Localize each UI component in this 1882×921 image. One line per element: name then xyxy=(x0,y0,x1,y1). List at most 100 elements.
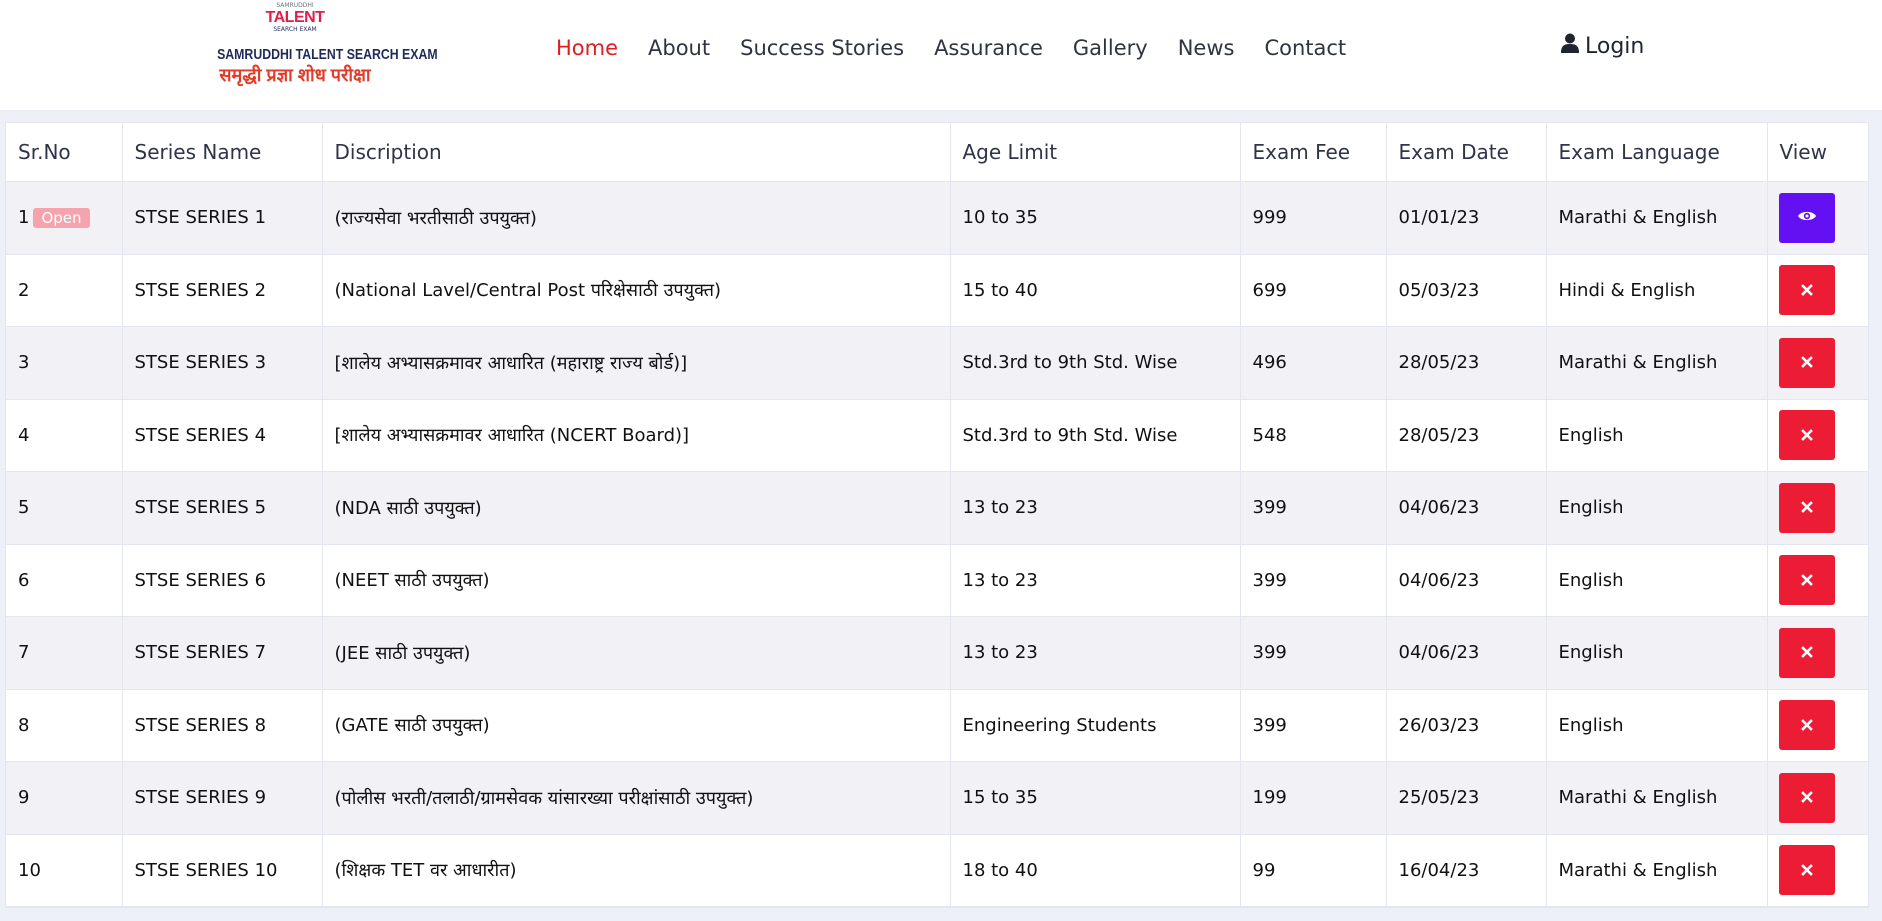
closed-button[interactable] xyxy=(1778,337,1835,388)
cell-exam-fee: 99 xyxy=(1240,834,1387,907)
cell-sr-no-text: 7 xyxy=(18,642,30,664)
cell-age-limit-text: Engineering Students xyxy=(962,714,1157,736)
cell-exam-date: 04/06/23 xyxy=(1386,616,1547,690)
nav-success-stories[interactable]: Success Stories xyxy=(740,36,904,60)
cell-exam-language-text: Marathi & English xyxy=(1558,787,1718,809)
cell-description-text: (National Lavel/Central Post परिक्षेसाठी… xyxy=(334,280,722,302)
cell-series-name-text: STSE SERIES 3 xyxy=(134,352,267,374)
header-series-name: Series Name xyxy=(122,123,323,182)
cell-exam-language: English xyxy=(1546,544,1768,617)
cell-exam-language: Marathi & English xyxy=(1546,326,1768,400)
cell-sr-no: 6 xyxy=(6,544,123,617)
cell-description-text: (NDA साठी उपयुक्त) xyxy=(334,497,482,519)
cell-description-text: (पोलीस भरती/तलाठी/ग्रामसेवक यांसारख्या प… xyxy=(334,787,754,809)
nav-news[interactable]: News xyxy=(1178,36,1235,60)
cell-exam-date: 26/03/23 xyxy=(1386,689,1547,762)
login-button[interactable]: Login xyxy=(1561,33,1644,59)
cell-exam-fee: 399 xyxy=(1240,544,1387,617)
cell-exam-language-text: Marathi & English xyxy=(1558,352,1718,374)
cell-exam-date-text: 16/04/23 xyxy=(1398,859,1480,881)
cell-sr-no-text: 9 xyxy=(18,787,30,809)
cell-exam-date: 25/05/23 xyxy=(1386,761,1547,835)
cell-exam-date-text: 28/05/23 xyxy=(1398,352,1480,374)
view-button[interactable] xyxy=(1778,192,1835,243)
closed-button[interactable] xyxy=(1778,410,1835,461)
cell-description: (शिक्षक TET वर आधारीत) xyxy=(322,834,951,907)
cell-exam-language-text: English xyxy=(1558,714,1624,736)
table-row: 6 STSE SERIES 6 (NEET साठी उपयुक्त) 13 to 2… xyxy=(6,544,1869,617)
cell-exam-fee-text: 399 xyxy=(1252,714,1287,736)
close-icon xyxy=(1800,425,1813,446)
cell-age-limit: 18 to 40 xyxy=(950,834,1241,907)
cell-description: (National Lavel/Central Post परिक्षेसाठी… xyxy=(322,254,951,327)
close-icon xyxy=(1800,570,1813,591)
closed-button[interactable] xyxy=(1778,845,1835,896)
login-label: Login xyxy=(1585,33,1645,59)
cell-exam-fee-text: 548 xyxy=(1252,424,1287,446)
cell-series-name-text: STSE SERIES 5 xyxy=(134,497,267,519)
close-icon xyxy=(1800,715,1813,736)
cell-description-text: [शालेय अभ्यासक्रमावर आधारित (NCERT Board… xyxy=(334,425,690,447)
cell-description: (NEET साठी उपयुक्त) xyxy=(322,544,951,617)
nav-gallery[interactable]: Gallery xyxy=(1073,36,1148,60)
cell-age-limit: Std.3rd to 9th Std. Wise xyxy=(950,326,1241,400)
cell-exam-fee: 399 xyxy=(1240,616,1387,690)
exam-series-table: Sr.No Series Name Discription Age Limit … xyxy=(5,122,1869,908)
cell-description: [शालेय अभ्यासक्रमावर आधारित (NCERT Board… xyxy=(322,399,951,472)
cell-series-name: STSE SERIES 6 xyxy=(122,544,323,617)
cell-view xyxy=(1767,689,1869,762)
cell-age-limit: 15 to 35 xyxy=(950,761,1241,835)
user-icon xyxy=(1561,33,1579,59)
cell-exam-language: Marathi & English xyxy=(1546,181,1768,255)
site-logo[interactable]: SAMRUDDHI TALENT SEARCH EXAM SAMRUDDHI T… xyxy=(200,0,437,95)
cell-age-limit: Engineering Students xyxy=(950,689,1241,762)
cell-exam-fee-text: 496 xyxy=(1252,352,1287,374)
cell-age-limit-text: 13 to 23 xyxy=(962,569,1038,591)
cell-sr-no-text: 4 xyxy=(18,424,30,446)
cell-description-text: (राज्यसेवा भरतीसाठी उपयुक्त) xyxy=(334,207,537,229)
cell-exam-date: 28/05/23 xyxy=(1386,399,1547,472)
cell-series-name: STSE SERIES 1 xyxy=(122,181,323,255)
nav-assurance[interactable]: Assurance xyxy=(934,36,1043,60)
eye-icon xyxy=(1797,207,1817,228)
cell-sr-no-text: 6 xyxy=(18,569,30,591)
cell-exam-language-text: English xyxy=(1558,642,1624,664)
header-exam-date: Exam Date xyxy=(1386,123,1547,182)
cell-description: (पोलीस भरती/तलाठी/ग्रामसेवक यांसारख्या प… xyxy=(322,761,951,835)
cell-sr-no-text: 3 xyxy=(18,352,30,374)
logo-search-text: SEARCH EXAM xyxy=(273,26,317,33)
closed-button[interactable] xyxy=(1778,482,1835,533)
cell-series-name-text: STSE SERIES 2 xyxy=(134,279,267,301)
table-row: 10 STSE SERIES 10 (शिक्षक TET वर आधारीत) 18… xyxy=(6,834,1869,907)
cell-description: (JEE साठी उपयुक्त) xyxy=(322,616,951,690)
header-sr-no: Sr.No xyxy=(6,123,123,182)
cell-sr-no: 3 xyxy=(6,326,123,400)
cell-age-limit-text: 13 to 23 xyxy=(962,497,1038,519)
closed-button[interactable] xyxy=(1778,772,1835,823)
cell-description: (राज्यसेवा भरतीसाठी उपयुक्त) xyxy=(322,181,951,255)
nav-home[interactable]: Home xyxy=(556,36,618,60)
cell-sr-no: 8 xyxy=(6,689,123,762)
cell-exam-date: 01/01/23 xyxy=(1386,181,1547,255)
cell-exam-fee-text: 399 xyxy=(1252,497,1287,519)
cell-sr-no: 1 Open xyxy=(6,181,123,255)
cell-exam-date: 05/03/23 xyxy=(1386,254,1547,327)
cell-exam-date-text: 05/03/23 xyxy=(1398,279,1480,301)
cell-exam-date-text: 01/01/23 xyxy=(1398,207,1480,229)
nav-contact[interactable]: Contact xyxy=(1264,36,1346,60)
nav-about[interactable]: About xyxy=(648,36,710,60)
cell-series-name: STSE SERIES 4 xyxy=(122,399,323,472)
table-row: 7 STSE SERIES 7 (JEE साठी उपयुक्त) 13 to 23… xyxy=(6,616,1869,690)
closed-button[interactable] xyxy=(1778,700,1835,751)
cell-exam-fee-text: 699 xyxy=(1252,279,1287,301)
cell-exam-language: English xyxy=(1546,399,1768,472)
closed-button[interactable] xyxy=(1778,627,1835,678)
cell-exam-language: English xyxy=(1546,471,1768,545)
closed-button[interactable] xyxy=(1778,555,1835,606)
cell-exam-language: Marathi & English xyxy=(1546,761,1768,835)
closed-button[interactable] xyxy=(1778,265,1835,316)
close-icon xyxy=(1800,860,1813,881)
cell-exam-language-text: Hindi & English xyxy=(1558,279,1696,301)
header-age-limit: Age Limit xyxy=(950,123,1241,182)
cell-description-text: (NEET साठी उपयुक्त) xyxy=(334,570,490,592)
